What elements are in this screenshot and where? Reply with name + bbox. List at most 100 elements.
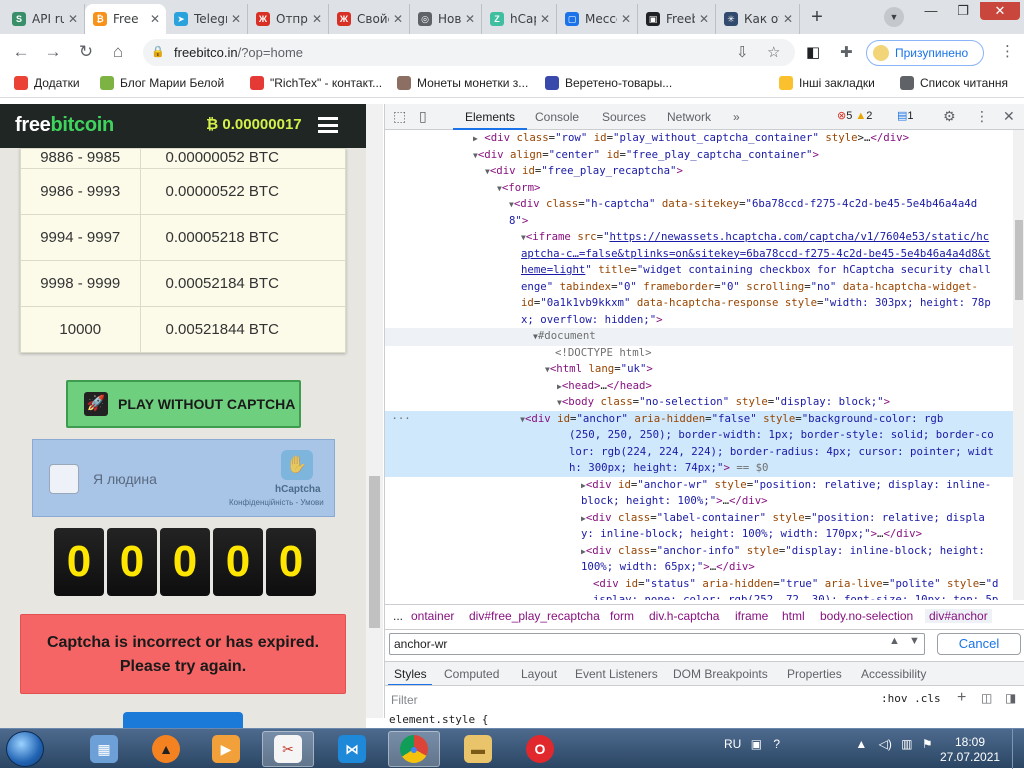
find-prev-icon[interactable]: ▲ xyxy=(889,635,900,647)
file-explorer-icon[interactable]: ▬ xyxy=(452,731,504,767)
find-next-icon[interactable]: ▼ xyxy=(909,635,920,647)
tab-close-icon[interactable]: ✕ xyxy=(150,12,160,26)
show-hidden-icons[interactable]: ▲ xyxy=(855,737,867,751)
home-icon[interactable]: ⌂ xyxy=(107,41,129,63)
breadcrumb-item[interactable]: ontainer xyxy=(411,609,454,623)
tab-network[interactable]: Network xyxy=(667,110,711,124)
tab-console[interactable]: Console xyxy=(535,110,579,124)
bookmark-vereteno[interactable]: Веретено-товары... xyxy=(545,76,672,90)
vscode-icon[interactable]: ⋈ xyxy=(326,731,378,767)
dom-search-input[interactable]: anchor-wr xyxy=(389,633,925,655)
browser-tab[interactable]: ▣ Freebit ✕ xyxy=(638,4,716,34)
tab-close-icon[interactable]: ✕ xyxy=(540,12,550,26)
tab-close-icon[interactable]: ✕ xyxy=(393,12,403,26)
cancel-search-button[interactable]: Cancel xyxy=(937,633,1021,655)
tab-close-icon[interactable]: ✕ xyxy=(312,12,322,26)
dom-tree[interactable]: ▶ <div class="row" id="play_without_capt… xyxy=(385,130,1013,600)
browser-tab[interactable]: ➤ Telegra ✕ xyxy=(166,4,248,34)
browser-tab[interactable]: ✳ Как от ✕ xyxy=(716,4,800,34)
restore-icon[interactable]: ❐ xyxy=(948,2,978,20)
tab-search-icon[interactable]: ▼ xyxy=(884,7,904,27)
device-toolbar-icon[interactable]: ▯ xyxy=(419,108,427,125)
breadcrumb-item[interactable]: div.h-captcha xyxy=(649,609,719,623)
issues-badge[interactable]: ⊗5 ▲2 xyxy=(837,109,872,122)
tab-styles[interactable]: Styles xyxy=(394,667,427,681)
browser-tab[interactable]: ▢ Мессе ✕ xyxy=(557,4,638,34)
tab-properties[interactable]: Properties xyxy=(787,667,842,681)
element-style-rule[interactable]: element.style { xyxy=(389,713,488,726)
snipping-tool-icon[interactable]: ✂ xyxy=(262,731,314,767)
browser-tab[interactable]: S API ruc ✕ xyxy=(4,4,85,34)
dom-node[interactable]: ▼<div align="center" id="free_play_captc… xyxy=(385,147,1013,165)
back-icon[interactable]: ← xyxy=(10,41,32,63)
opera-icon[interactable]: O xyxy=(514,731,566,767)
inspect-element-icon[interactable]: ⬚ xyxy=(393,108,406,125)
dom-node[interactable]: ▼#document xyxy=(385,328,1013,346)
dom-node[interactable]: ▶ <div class="row" id="play_without_capt… xyxy=(385,130,1013,148)
show-desktop-button[interactable] xyxy=(1012,729,1024,769)
minimize-icon[interactable]: — xyxy=(916,2,946,20)
devtools-menu-icon[interactable]: ⋮ xyxy=(975,108,989,125)
browser-tab[interactable]: ◎ Нова в ✕ xyxy=(410,4,482,34)
dom-node[interactable]: ▶<head>…</head> xyxy=(385,378,1013,396)
more-tabs-icon[interactable]: » xyxy=(733,110,740,124)
url-text[interactable]: freebitco.in/?op=home xyxy=(174,45,303,60)
breadcrumb-item[interactable]: div#free_play_recaptcha xyxy=(469,609,600,623)
messages-badge[interactable]: ▤1 xyxy=(897,109,914,122)
tab-close-icon[interactable]: ✕ xyxy=(699,12,709,26)
tab-computed[interactable]: Computed xyxy=(444,667,499,681)
dom-node[interactable]: ▶<div class="anchor-info" style="display… xyxy=(385,543,1013,561)
tab-layout[interactable]: Layout xyxy=(521,667,557,681)
network-icon[interactable]: ▥ xyxy=(901,737,912,751)
language-indicator[interactable]: RU xyxy=(724,737,741,751)
breadcrumb-scroll[interactable]: ... xyxy=(393,609,403,623)
close-devtools-icon[interactable]: ✕ xyxy=(1003,108,1015,125)
bookmark-other[interactable]: Інші закладки xyxy=(779,76,875,90)
page-scrollbar[interactable] xyxy=(366,104,383,718)
dom-node[interactable]: <div id="status" aria-hidden="true" aria… xyxy=(385,576,1013,593)
scrollbar-thumb[interactable] xyxy=(1015,220,1023,300)
browser-tab[interactable]: ₿ Free ✕ xyxy=(85,4,166,34)
tab-close-icon[interactable]: ✕ xyxy=(621,12,631,26)
browser-tab[interactable]: Ж Свойст ✕ xyxy=(329,4,410,34)
site-logo[interactable]: freebitcoin xyxy=(15,114,114,137)
dom-node[interactable]: ▼<iframe src="https://newassets.hcaptcha… xyxy=(385,229,1013,247)
dom-node-selected[interactable]: ··· ▼<div id="anchor" aria-hidden="false… xyxy=(385,410,1013,428)
dom-node[interactable]: ▶<div class="label-container" style="pos… xyxy=(385,510,1013,528)
breadcrumb-item[interactable]: form xyxy=(610,609,634,623)
tab-close-icon[interactable]: ✕ xyxy=(465,12,475,26)
menu-kebab-icon[interactable]: ⋮ xyxy=(1000,42,1015,60)
dom-node[interactable]: ▼<html lang="uk"> xyxy=(385,361,1013,379)
install-icon[interactable]: ⇩ xyxy=(736,43,749,61)
bookmark-star-icon[interactable]: ☆ xyxy=(767,43,780,61)
browser-tab[interactable]: ZhCaptc ✕ xyxy=(482,4,557,34)
bookmark-richtex[interactable]: "RichTex" - контакт... xyxy=(250,76,382,90)
bookmark-blog[interactable]: Блог Марии Белой xyxy=(100,76,224,90)
add-rule-icon[interactable]: + xyxy=(957,689,966,707)
close-window-icon[interactable]: ✕ xyxy=(980,2,1020,20)
avast-icon[interactable]: ▲ xyxy=(140,731,192,767)
media-player-icon[interactable]: ▶ xyxy=(200,731,252,767)
tab-close-icon[interactable]: ✕ xyxy=(231,12,241,26)
breadcrumb-current[interactable]: div#anchor xyxy=(925,609,992,623)
scrollbar-thumb[interactable] xyxy=(369,476,380,628)
breadcrumb-item[interactable]: body.no-selection xyxy=(820,609,913,623)
browser-tab[interactable]: Ж Отправ ✕ xyxy=(248,4,329,34)
hov-cls-toggles[interactable]: :hov .cls xyxy=(881,692,941,705)
volume-icon[interactable]: ◁) xyxy=(879,737,892,751)
lock-icon[interactable]: 🔒 xyxy=(151,45,165,58)
styles-filter-input[interactable]: Filter xyxy=(391,693,418,707)
clock[interactable]: 18:09 27.07.2021 xyxy=(940,735,1000,765)
reload-icon[interactable]: ↻ xyxy=(75,41,97,63)
calculator-icon[interactable]: ▦ xyxy=(78,731,130,767)
breadcrumb-item[interactable]: html xyxy=(782,609,805,623)
dom-node[interactable]: ▶<div id="anchor-wr" style="position: re… xyxy=(385,477,1013,495)
flag-icon[interactable]: ⚑ xyxy=(922,737,933,751)
play-without-captcha-button[interactable]: 🚀 PLAY WITHOUT CAPTCHA xyxy=(66,380,301,428)
breadcrumb-item[interactable]: iframe xyxy=(735,609,768,623)
dom-node[interactable]: <!DOCTYPE html> xyxy=(385,345,1013,362)
tray-app-icon[interactable]: ▣ xyxy=(751,737,762,751)
dom-node[interactable]: ▼<body class="no-selection" style="displ… xyxy=(385,394,1013,412)
new-tab-button[interactable]: + xyxy=(806,7,828,29)
tab-accessibility[interactable]: Accessibility xyxy=(861,667,926,681)
